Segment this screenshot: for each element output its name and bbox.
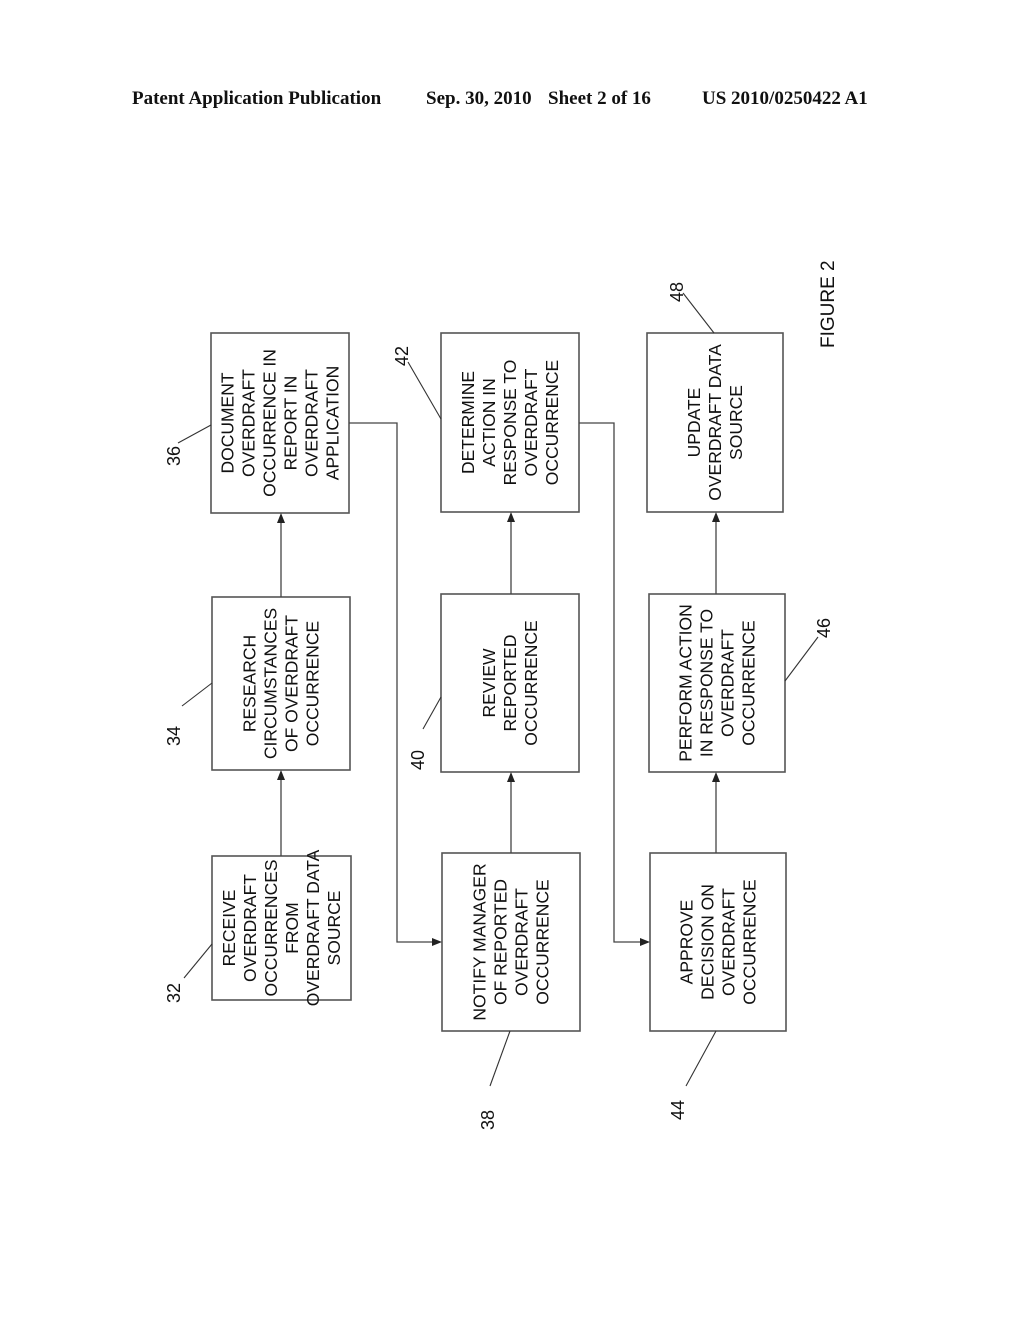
step-boxes: RECEIVEOVERDRAFTOCCURRENCESFROMOVERDRAFT… [210,332,787,1032]
reference-number-42: 42 [392,346,412,366]
step-box-36: DOCUMENTOVERDRAFTOCCURRENCE INREPORT INO… [210,332,350,514]
step-text-line: OVERDRAFT [521,368,541,476]
step-text-line: UPDATE [684,388,704,458]
reference-number-36: 36 [164,446,184,466]
ref-leader-line [682,292,715,334]
reference-number-34: 34 [164,726,184,746]
step-text-line: REPORT IN [281,376,301,471]
step-text: DETERMINEACTION INRESPONSE TOOVERDRAFTOC… [458,360,562,486]
reference-number-38: 38 [478,1110,498,1130]
step-box-40: REVIEWREPORTEDOCCURRENCE [440,593,580,773]
ref-leader-line [407,361,442,420]
reference-number-48: 48 [667,282,687,302]
step-text-line: RESEARCH [240,635,260,732]
ref-leader-line [422,696,442,730]
step-text-line: RESPONSE TO [500,360,520,486]
reference-number-46: 46 [814,618,834,638]
step-text-line: SOURCE [726,385,746,460]
step-text-line: OCCURRENCES [261,859,281,996]
reference-number-40: 40 [408,750,428,770]
step-text-line: APPROVE [677,900,697,985]
arrowhead-40-to-42 [507,512,515,522]
arrowhead-34-to-36 [277,513,285,523]
step-text-line: OVERDRAFT [239,369,259,477]
step-box-34: RESEARCHCIRCUMSTANCESOF OVERDRAFTOCCURRE… [211,596,351,771]
step-text-line: PERFORM ACTION [676,604,696,762]
step-text-line: OVERDRAFT [240,874,260,982]
arrowhead-36-to-38 [432,938,442,946]
step-box-44: APPROVEDECISION ONOVERDRAFTOCCURRENCE [649,852,787,1032]
figure-label: FIGURE 2 [818,260,839,348]
arrowhead-46-to-48 [712,512,720,522]
ref-leader-line [177,424,212,444]
step-text-line: OVERDRAFT [302,369,322,477]
step-text-line: DOCUMENT [218,372,238,473]
step-text-line: DECISION ON [698,884,718,1000]
step-text-line: OVERDRAFT [719,888,739,996]
step-text-line: OCCURRENCE [303,621,323,746]
reference-number-44: 44 [668,1100,688,1120]
step-text-line: REVIEW [479,648,499,718]
ref-leader-line [685,1030,717,1087]
ref-leader-line [181,682,213,707]
step-text-line: FROM [282,902,302,954]
step-box-42: DETERMINEACTION INRESPONSE TOOVERDRAFTOC… [440,332,580,513]
ref-leader-line [784,636,819,682]
step-text-line: OF REPORTED [491,879,511,1005]
step-box-38: NOTIFY MANAGEROF REPORTEDOVERDRAFTOCCURR… [441,852,581,1032]
step-text-line: OCCURRENCE [740,879,760,1004]
step-text-line: OVERDRAFT [718,629,738,737]
step-text-line: OCCURRENCE [542,360,562,485]
arrowhead-32-to-34 [277,770,285,780]
flowchart-diagram: RECEIVEOVERDRAFTOCCURRENCESFROMOVERDRAFT… [164,260,839,1130]
step-text-line: RECEIVE [219,890,239,967]
step-box-46: PERFORM ACTIONIN RESPONSE TOOVERDRAFTOCC… [648,593,786,773]
step-text-line: OF OVERDRAFT [282,615,302,752]
step-box-48: UPDATEOVERDRAFT DATASOURCE [646,332,784,513]
step-text-line: ACTION IN [479,378,499,466]
ref-leader-line [183,943,213,979]
step-text-line: IN RESPONSE TO [697,609,717,757]
arrowhead-44-to-46 [712,772,720,782]
step-box-32: RECEIVEOVERDRAFTOCCURRENCESFROMOVERDRAFT… [211,849,352,1006]
connector-36-to-38 [349,422,432,943]
step-text-line: SOURCE [324,891,344,966]
step-text-line: OCCURRENCE IN [260,349,280,497]
reference-number-32: 32 [164,983,184,1003]
step-text-line: OVERDRAFT DATA [705,344,725,501]
step-text-line: CIRCUMSTANCES [261,608,281,759]
step-text-line: DETERMINE [458,371,478,474]
arrowhead-42-to-44 [640,938,650,946]
connector-42-to-44 [579,422,640,943]
step-text-line: REPORTED [500,635,520,732]
step-text-line: OVERDRAFT DATA [303,849,323,1006]
step-text-line: OCCURRENCE [521,620,541,745]
step-text-line: OCCURRENCE [739,620,759,745]
step-text-line: NOTIFY MANAGER [470,863,490,1020]
step-text-line: OCCURRENCE [533,879,553,1004]
step-text-line: APPLICATION [323,366,343,480]
step-text-line: OVERDRAFT [512,888,532,996]
ref-leader-line [489,1030,511,1087]
arrowhead-38-to-40 [507,772,515,782]
